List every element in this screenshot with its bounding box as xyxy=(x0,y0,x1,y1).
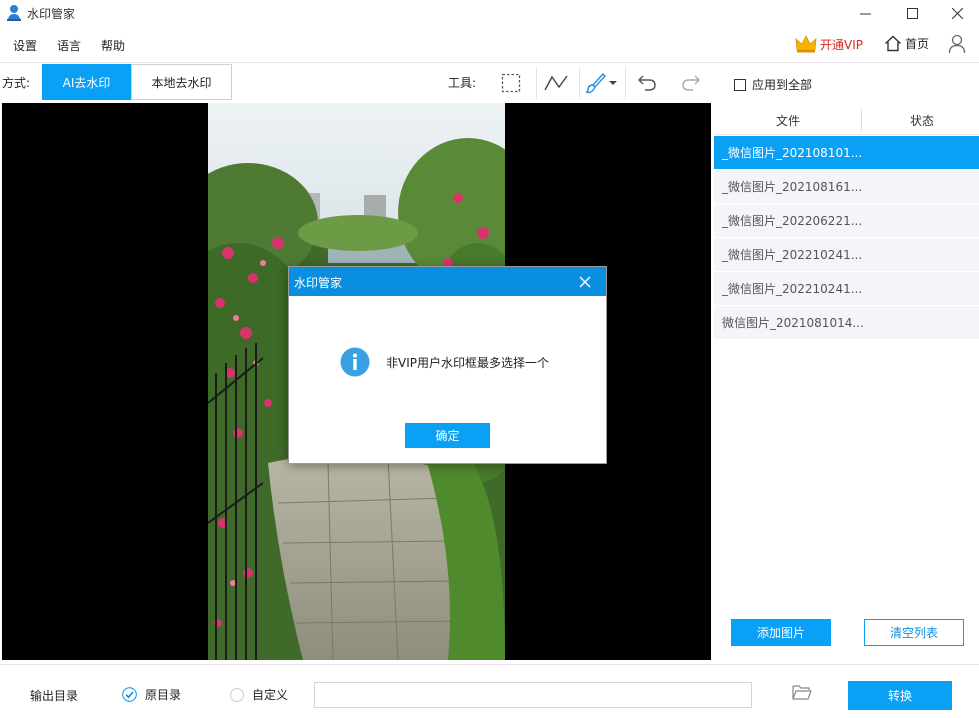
dialog-title: 水印管家 xyxy=(294,276,343,290)
window-title: 水印管家 xyxy=(27,7,76,21)
mode-toolbar: 方式: AI去水印 本地去水印 工具: 应用到全部 xyxy=(0,63,979,103)
column-file: 文件 xyxy=(776,114,801,128)
add-image-button[interactable]: 添加图片 xyxy=(731,619,831,646)
user-account-button[interactable] xyxy=(948,34,966,57)
output-bar: 输出目录 原目录 自定义 转换 xyxy=(0,664,979,718)
tool-rect-select[interactable] xyxy=(494,66,528,100)
app-logo-icon xyxy=(7,5,21,21)
radio-circle[interactable] xyxy=(230,687,244,702)
tools-label: 工具: xyxy=(448,76,477,90)
chevron-down-icon xyxy=(608,81,617,85)
apply-all-label: 应用到全部 xyxy=(752,78,813,92)
info-icon xyxy=(340,347,370,377)
mode-label: 方式: xyxy=(2,76,31,90)
home-icon xyxy=(885,35,901,52)
redo-icon xyxy=(682,75,700,91)
menu-help[interactable]: 帮助 xyxy=(101,37,125,54)
clear-list-button[interactable]: 清空列表 xyxy=(864,619,964,646)
vip-limit-dialog: 水印管家 非VIP用户水印框最多选择一个 确定 xyxy=(288,266,607,464)
column-status: 状态 xyxy=(910,114,935,128)
home-button[interactable]: 首页 xyxy=(884,35,929,52)
file-row[interactable]: 微信图片_2021081014... xyxy=(714,306,979,340)
title-bar: 水印管家 xyxy=(0,0,979,27)
menu-language[interactable]: 语言 xyxy=(57,37,81,54)
menu-bar: 设置 语言 帮助 开通VIP 首页 xyxy=(0,27,979,63)
tool-separator xyxy=(579,67,580,99)
radio-original-label: 原目录 xyxy=(145,688,182,702)
file-row[interactable]: _微信图片_202210241... xyxy=(714,238,979,272)
column-separator xyxy=(861,109,862,131)
tool-undo[interactable] xyxy=(630,66,664,100)
dialog-message: 非VIP用户水印框最多选择一个 xyxy=(386,356,549,370)
file-row[interactable]: _微信图片_202206221... xyxy=(714,204,979,238)
maximize-button[interactable] xyxy=(889,0,935,27)
polyline-icon xyxy=(544,75,568,91)
maximize-icon xyxy=(906,8,918,19)
menu-settings[interactable]: 设置 xyxy=(13,37,37,54)
checkbox-box[interactable] xyxy=(734,78,746,91)
close-icon[interactable] xyxy=(577,274,593,290)
output-path-input[interactable] xyxy=(314,682,752,708)
tab-local-remove[interactable]: 本地去水印 xyxy=(131,64,232,100)
user-icon xyxy=(948,34,966,54)
home-label: 首页 xyxy=(905,37,930,51)
radio-original-dir[interactable]: 原目录 xyxy=(122,686,181,703)
file-row[interactable]: _微信图片_202108161... xyxy=(714,170,979,204)
file-panel: 文件 状态 _微信图片_202108101... _微信图片_202108161… xyxy=(714,103,979,663)
convert-button[interactable]: 转换 xyxy=(848,681,952,710)
tool-brush[interactable] xyxy=(582,66,618,100)
tool-separator xyxy=(536,67,537,99)
tool-redo[interactable] xyxy=(674,66,708,100)
output-dir-label: 输出目录 xyxy=(30,689,79,703)
dialog-titlebar: 水印管家 xyxy=(289,267,606,296)
vip-button[interactable]: 开通VIP xyxy=(795,35,863,53)
tool-polyline[interactable] xyxy=(539,66,573,100)
folder-icon xyxy=(792,685,812,700)
radio-custom-label: 自定义 xyxy=(252,688,289,702)
brush-icon xyxy=(585,72,606,94)
tool-separator xyxy=(625,67,626,99)
browse-folder-button[interactable] xyxy=(792,684,812,703)
minimize-button[interactable] xyxy=(842,0,888,27)
radio-custom-dir[interactable]: 自定义 xyxy=(230,686,288,703)
minimize-icon xyxy=(859,13,871,15)
apply-all-checkbox[interactable]: 应用到全部 xyxy=(734,76,812,93)
vip-label: 开通VIP xyxy=(820,37,863,52)
crown-icon xyxy=(795,35,817,53)
close-icon xyxy=(951,8,963,19)
file-list: _微信图片_202108101... _微信图片_202108161... _微… xyxy=(714,136,979,340)
tab-ai-remove[interactable]: AI去水印 xyxy=(42,64,131,100)
check-circle-icon[interactable] xyxy=(122,687,137,702)
rect-select-icon xyxy=(501,73,521,93)
file-row[interactable]: _微信图片_202210241... xyxy=(714,272,979,306)
file-list-header: 文件 状态 xyxy=(714,103,979,135)
ok-button[interactable]: 确定 xyxy=(405,423,490,448)
undo-icon xyxy=(638,75,656,91)
file-row[interactable]: _微信图片_202108101... xyxy=(714,136,979,170)
close-window-button[interactable] xyxy=(934,0,979,27)
